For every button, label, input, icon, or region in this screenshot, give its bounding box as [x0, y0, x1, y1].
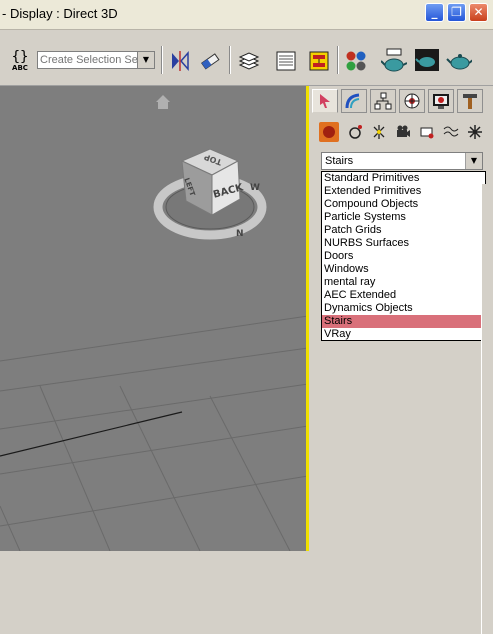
named-selection-icon[interactable]: {} ABC	[6, 46, 34, 76]
material-editor-icon[interactable]	[343, 48, 369, 74]
chevron-down-icon[interactable]: ▼	[465, 153, 482, 169]
tab-modify[interactable]	[341, 89, 367, 113]
category-dropdown-list: Standard Primitives Extended Primitives …	[321, 171, 486, 341]
dropdown-option[interactable]: mental ray	[322, 276, 485, 289]
dropdown-option-selected[interactable]: Stairs	[322, 315, 485, 328]
render-setup-icon[interactable]	[381, 48, 407, 74]
abc-label: ABC	[12, 64, 28, 72]
dropdown-option[interactable]: Extended Primitives	[322, 185, 485, 198]
main-toolbar: {} ABC ▼	[0, 30, 493, 86]
dropdown-option[interactable]: AEC Extended	[322, 289, 485, 302]
dropdown-option[interactable]: Doors	[322, 250, 485, 263]
object-category-select[interactable]: Stairs ▼	[321, 152, 483, 170]
dropdown-option[interactable]: Standard Primitives	[322, 172, 485, 185]
panel-scrollbar[interactable]	[481, 184, 490, 634]
minimize-button[interactable]: _	[425, 3, 444, 22]
geometry-icon[interactable]	[319, 122, 339, 142]
tab-display[interactable]	[428, 89, 454, 113]
dropdown-option[interactable]: Dynamics Objects	[322, 302, 485, 315]
dropdown-option[interactable]: VRay	[322, 328, 485, 341]
window-title: - Display : Direct 3D	[2, 6, 118, 21]
tab-utilities[interactable]	[457, 89, 483, 113]
dropdown-option[interactable]: Particle Systems	[322, 211, 485, 224]
curve-editor-icon[interactable]	[273, 48, 299, 74]
tab-create[interactable]	[312, 89, 338, 113]
lights-icon[interactable]	[369, 122, 389, 142]
systems-icon[interactable]	[465, 122, 485, 142]
perspective-viewport[interactable]: TOP BACK LEFT W N	[0, 86, 308, 551]
chevron-down-icon[interactable]: ▼	[137, 52, 154, 68]
dropdown-option[interactable]: Patch Grids	[322, 224, 485, 237]
command-panel: Stairs ▼ Standard Primitives Extended Pr…	[309, 86, 493, 634]
category-selected-value: Stairs	[325, 155, 354, 167]
close-button[interactable]: ✕	[469, 3, 488, 22]
quick-render-icon[interactable]	[446, 48, 472, 74]
space-warps-icon[interactable]	[441, 122, 461, 142]
compass-w-label: W	[250, 183, 260, 193]
tab-hierarchy[interactable]	[370, 89, 396, 113]
helpers-icon[interactable]	[417, 122, 437, 142]
dropdown-option[interactable]: Compound Objects	[322, 198, 485, 211]
align-icon[interactable]	[197, 48, 223, 74]
cameras-icon[interactable]	[393, 122, 413, 142]
layer-manager-icon[interactable]	[236, 48, 262, 74]
home-icon[interactable]	[155, 94, 171, 113]
viewcube[interactable]: TOP BACK LEFT W N	[150, 141, 280, 251]
tab-motion[interactable]	[399, 89, 425, 113]
selection-set-combo[interactable]: ▼	[37, 51, 155, 69]
schematic-view-icon[interactable]	[306, 48, 332, 74]
dropdown-option[interactable]: NURBS Surfaces	[322, 237, 485, 250]
title-bar: - Display : Direct 3D _ ❐ ✕	[0, 0, 493, 30]
dropdown-option[interactable]: Windows	[322, 263, 485, 276]
shapes-icon[interactable]	[345, 122, 365, 142]
mirror-icon[interactable]	[167, 48, 193, 74]
restore-button[interactable]: ❐	[447, 3, 466, 22]
selection-set-input[interactable]	[38, 52, 142, 68]
rendered-frame-icon[interactable]	[414, 48, 440, 74]
compass-n-label: N	[236, 229, 244, 239]
